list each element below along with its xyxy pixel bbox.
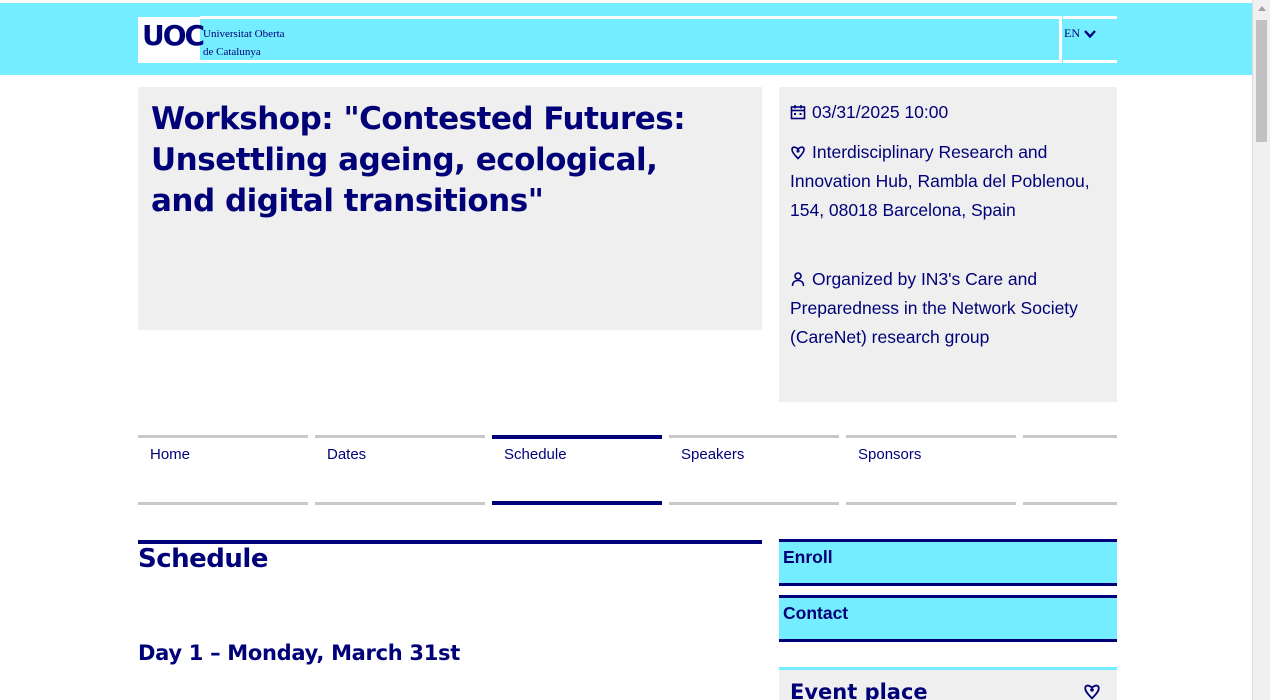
language-label: EN	[1064, 26, 1080, 40]
scroll-thumb[interactable]	[1256, 20, 1267, 142]
site-header: UOC Universitat Oberta de Catalunya EN	[0, 3, 1252, 75]
enroll-button[interactable]: Enroll	[779, 539, 1117, 586]
page-scrollbar[interactable]	[1252, 0, 1270, 700]
language-selector[interactable]: EN	[1064, 26, 1097, 41]
day-heading: Day 1 – Monday, March 31st	[138, 641, 460, 665]
schedule-heading: Schedule	[138, 544, 268, 574]
tab-more[interactable]	[1023, 435, 1117, 505]
location-pin-icon	[791, 146, 805, 160]
location-pin-icon	[1084, 684, 1100, 700]
contact-label: Contact	[783, 603, 849, 623]
page-title: Workshop: "Contested Futures: Unsettling…	[151, 101, 686, 219]
enroll-label: Enroll	[783, 547, 833, 567]
contact-button[interactable]: Contact	[779, 595, 1117, 642]
tab-home[interactable]: Home	[138, 435, 308, 505]
tab-label: Home	[150, 446, 191, 463]
chevron-down-icon	[1084, 29, 1096, 38]
header-divider	[1063, 16, 1117, 19]
event-location: Interdisciplinary Research and Innovatio…	[790, 138, 1110, 225]
event-place-heading: Event place	[790, 680, 928, 700]
tab-label: Sponsors	[858, 446, 922, 463]
calendar-icon	[790, 105, 806, 120]
header-divider	[200, 16, 1060, 19]
event-datetime-text: 03/31/2025 10:00	[812, 102, 949, 122]
event-datetime: 03/31/2025 10:00	[790, 98, 1110, 127]
tab-schedule[interactable]: Schedule	[492, 435, 662, 505]
event-location-text: Interdisciplinary Research and Innovatio…	[790, 142, 1090, 220]
header-divider	[200, 60, 1060, 63]
university-name-line1: Universitat Oberta	[203, 28, 285, 40]
event-organizer: Organized by IN3's Care and Preparedness…	[790, 265, 1110, 352]
scroll-up-arrow-icon[interactable]	[1258, 6, 1266, 11]
header-divider	[1063, 60, 1117, 63]
tab-dates[interactable]: Dates	[315, 435, 485, 505]
tab-sponsors[interactable]: Sponsors	[846, 435, 1016, 505]
person-icon	[791, 272, 805, 287]
uoc-logo[interactable]: UOC	[138, 17, 205, 63]
university-name[interactable]: Universitat Oberta de Catalunya	[203, 25, 285, 61]
event-place-panel: Event place	[779, 667, 1117, 700]
tab-label: Dates	[327, 446, 367, 463]
tab-label: Schedule	[504, 446, 567, 463]
university-name-line2: de Catalunya	[203, 46, 261, 58]
event-title-panel: Workshop: "Contested Futures: Unsettling…	[138, 87, 762, 330]
event-info-panel: 03/31/2025 10:00 Interdisciplinary Resea…	[779, 87, 1117, 402]
event-organizer-text: Organized by IN3's Care and Preparedness…	[790, 269, 1078, 347]
tab-label: Speakers	[681, 446, 745, 463]
logo-mark: UOC	[142, 19, 205, 52]
tab-speakers[interactable]: Speakers	[669, 435, 839, 505]
header-divider	[1059, 16, 1062, 63]
